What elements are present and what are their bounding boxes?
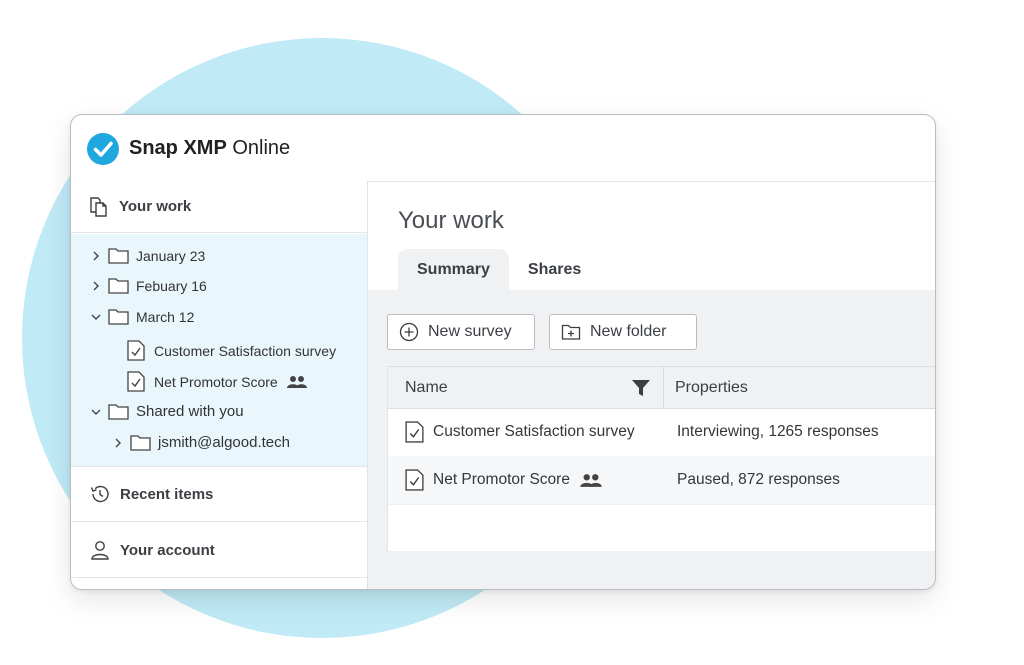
tab-bar: Summary Shares: [398, 249, 600, 290]
summary-content: New survey New folder Name Properties Cu…: [368, 290, 935, 589]
shared-users-icon: [286, 375, 307, 388]
sidebar-item-label: Your account: [120, 541, 215, 559]
tree-survey-net-promotor[interactable]: Net Promotor Score: [127, 371, 308, 392]
survey-properties: Interviewing, 1265 responses: [677, 423, 879, 440]
survey-doc-icon: [405, 421, 424, 443]
sidebar-item-recent-items[interactable]: Recent items: [71, 467, 367, 522]
sidebar-header-label: Your work: [119, 198, 192, 215]
tree-folder-march[interactable]: March 12: [89, 308, 194, 325]
tree-item-label: jsmith@algood.tech: [158, 434, 290, 451]
new-survey-label: New survey: [428, 323, 512, 340]
column-properties-label: Properties: [675, 378, 748, 396]
logo-check-icon: [87, 133, 119, 165]
column-divider: [663, 367, 664, 408]
app-window: Snap XMP Online Your work January 23 Feb…: [70, 114, 936, 590]
survey-doc-icon: [127, 340, 145, 361]
sidebar-item-your-account[interactable]: Your account: [71, 523, 367, 578]
new-folder-button[interactable]: New folder: [549, 314, 697, 350]
folder-icon: [108, 248, 129, 264]
tree-item-label: March 12: [136, 308, 195, 325]
title-bar: Snap XMP Online: [71, 115, 935, 182]
survey-doc-icon: [127, 371, 145, 392]
folder-icon: [108, 278, 129, 294]
survey-name: Net Promotor Score: [433, 471, 570, 488]
documents-icon: [90, 196, 107, 217]
history-icon: [90, 485, 109, 503]
table-row[interactable]: Customer Satisfaction survey Interviewin…: [388, 408, 935, 457]
sidebar: Your work January 23 Febuary 16 March 12: [71, 181, 368, 589]
main-panel: Your work Summary Shares New survey New …: [368, 181, 935, 589]
plus-circle-icon: [399, 322, 419, 342]
folder-tree: January 23 Febuary 16 March 12 Customer …: [71, 234, 367, 467]
tree-folder-february[interactable]: Febuary 16: [89, 277, 207, 294]
folder-icon: [108, 309, 129, 325]
folder-icon: [130, 435, 151, 451]
tree-item-label: Customer Satisfaction survey: [154, 342, 337, 359]
survey-name: Customer Satisfaction survey: [433, 423, 635, 440]
table-row[interactable]: Net Promotor Score Paused, 872 responses: [388, 456, 935, 505]
tab-summary[interactable]: Summary: [398, 249, 509, 290]
page-title: Your work: [398, 207, 504, 234]
table-header: Name Properties: [388, 366, 935, 409]
tab-shares[interactable]: Shares: [509, 249, 600, 290]
survey-doc-icon: [405, 469, 424, 491]
new-survey-button[interactable]: New survey: [387, 314, 535, 350]
sidebar-header-your-work[interactable]: Your work: [71, 181, 367, 233]
chevron-right-icon[interactable]: [89, 249, 103, 263]
shared-users-icon: [580, 473, 602, 487]
column-header-name[interactable]: Name: [405, 367, 663, 408]
new-folder-label: New folder: [590, 323, 667, 340]
column-name-label: Name: [405, 378, 448, 396]
chevron-right-icon[interactable]: [111, 436, 125, 450]
surveys-table: Name Properties Customer Satisfaction su…: [387, 366, 935, 551]
filter-icon[interactable]: [631, 378, 651, 398]
user-icon: [91, 541, 109, 560]
chevron-down-icon[interactable]: [89, 310, 103, 324]
column-header-properties[interactable]: Properties: [675, 367, 748, 408]
cell-name: Net Promotor Score: [405, 469, 603, 491]
cell-name: Customer Satisfaction survey: [405, 421, 635, 443]
folder-icon: [108, 404, 129, 420]
tree-item-label: Shared with you: [136, 403, 244, 420]
app-title: Snap XMP Online: [129, 137, 291, 159]
tree-folder-january[interactable]: January 23: [89, 247, 205, 264]
sidebar-item-label: Recent items: [120, 485, 214, 503]
chevron-right-icon[interactable]: [89, 279, 103, 293]
chevron-down-icon[interactable]: [89, 405, 103, 419]
tree-item-label: Net Promotor Score: [154, 373, 278, 390]
folder-plus-icon: [561, 324, 581, 340]
tree-survey-customer-satisfaction[interactable]: Customer Satisfaction survey: [127, 340, 336, 361]
tree-item-label: Febuary 16: [136, 277, 207, 294]
tree-folder-jsmith[interactable]: jsmith@algood.tech: [111, 434, 290, 451]
tree-folder-shared-with-you[interactable]: Shared with you: [89, 403, 244, 420]
tree-item-label: January 23: [136, 247, 206, 264]
survey-properties: Paused, 872 responses: [677, 471, 840, 488]
